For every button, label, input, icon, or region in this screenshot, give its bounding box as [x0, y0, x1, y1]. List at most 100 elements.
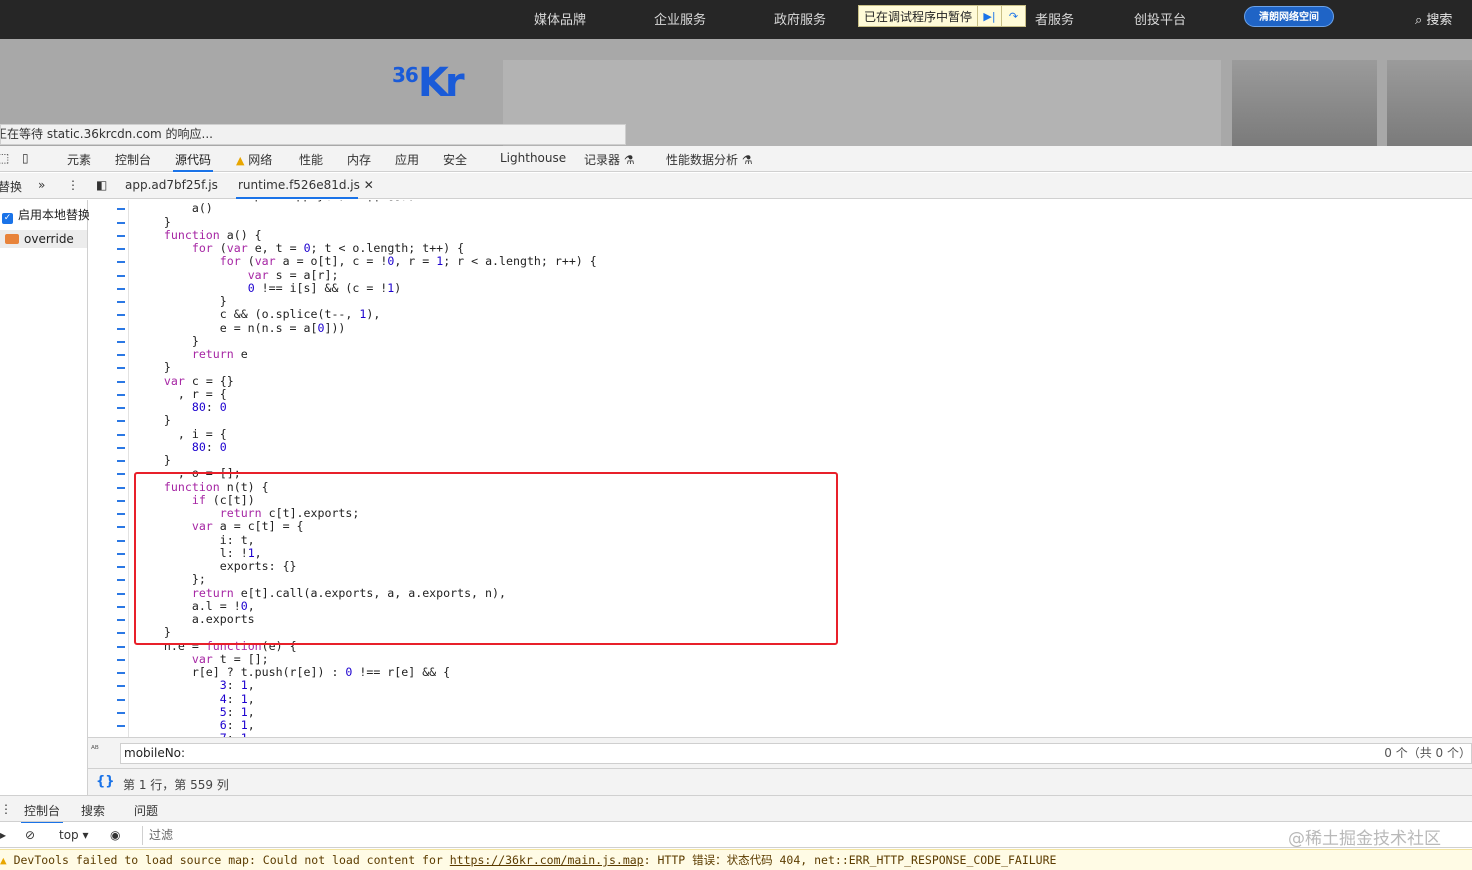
line-marker[interactable]	[117, 658, 125, 661]
thumbnail-placeholder	[1232, 60, 1377, 147]
flask-icon: ⚗	[741, 153, 753, 167]
line-marker[interactable]	[117, 248, 125, 250]
nav-item-platform[interactable]: 创投平台	[1134, 9, 1186, 28]
line-marker[interactable]	[117, 340, 125, 343]
inspect-icon[interactable]: ⬚	[0, 151, 9, 165]
line-marker[interactable]	[117, 605, 125, 608]
override-folder[interactable]: override	[0, 232, 74, 246]
line-marker[interactable]	[117, 314, 125, 317]
drawer-tab-search[interactable]: 搜索	[81, 802, 105, 819]
line-marker[interactable]	[117, 234, 125, 237]
context-selector-value: top	[59, 828, 79, 842]
line-marker[interactable]	[117, 393, 125, 396]
nav-item-investor[interactable]: 者服务	[1035, 9, 1074, 28]
line-marker[interactable]	[117, 566, 125, 568]
logo-letters: Kr	[417, 60, 465, 106]
line-marker[interactable]	[117, 579, 125, 582]
step-over-icon[interactable]: ↷	[1001, 6, 1025, 26]
line-marker[interactable]	[117, 208, 125, 211]
drawer-tab-issues[interactable]: 问题	[134, 802, 158, 819]
code-line: var c = {}	[163, 373, 234, 388]
line-marker[interactable]	[117, 513, 125, 515]
code-editor[interactable]: return o.push.apply(o, c || []), a() } f…	[89, 200, 1472, 737]
line-marker[interactable]	[117, 301, 125, 303]
line-marker[interactable]	[117, 486, 125, 489]
editor-status-bar: {} 第 1 行，第 559 列	[88, 768, 1472, 795]
more-tabs-chevron-icon[interactable]: »	[38, 178, 45, 192]
file-tab-app[interactable]: app.ad7bf25f.js	[125, 178, 218, 192]
tab-recorder[interactable]: 记录器 ⚗	[584, 151, 635, 168]
nav-search[interactable]: ⌕ 搜索	[1415, 9, 1452, 28]
nav-item-enterprise[interactable]: 企业服务	[654, 9, 706, 28]
tab-performance-insights[interactable]: 性能数据分析 ⚗	[666, 151, 753, 168]
source-map-link[interactable]: https://36kr.com/main.js.map	[450, 853, 644, 867]
line-marker[interactable]	[117, 685, 125, 688]
code-line: 80: 0	[191, 439, 227, 454]
line-marker[interactable]	[117, 698, 125, 701]
line-marker[interactable]	[117, 539, 125, 542]
code-line: , r = {	[136, 386, 227, 401]
line-marker[interactable]	[117, 380, 125, 383]
clean-network-badge[interactable]: 清朗网络空间	[1244, 6, 1334, 27]
enable-overrides-row[interactable]: ✓ 启用本地替换	[2, 206, 90, 224]
line-marker[interactable]	[117, 552, 125, 555]
nav-item-media[interactable]: 媒体品牌	[534, 9, 586, 28]
line-marker[interactable]	[117, 327, 125, 330]
tab-application[interactable]: 应用	[395, 151, 419, 168]
line-marker[interactable]	[117, 725, 125, 727]
pretty-print-icon[interactable]: {}	[96, 774, 115, 789]
line-marker[interactable]	[117, 446, 125, 449]
tab-console[interactable]: 控制台	[115, 151, 151, 168]
nav-item-government[interactable]: 政府服务	[774, 9, 826, 28]
logo-number: 36	[392, 63, 419, 87]
tab-security[interactable]: 安全	[443, 151, 467, 168]
checkbox-checked-icon[interactable]: ✓	[2, 213, 13, 224]
line-marker[interactable]	[117, 499, 125, 502]
line-marker[interactable]	[117, 526, 125, 529]
line-marker[interactable]	[117, 261, 125, 264]
line-marker[interactable]	[117, 367, 125, 370]
find-input-value: mobileNo:	[124, 746, 186, 760]
resume-icon[interactable]: ▶︎|	[977, 6, 1001, 26]
line-marker[interactable]	[117, 460, 125, 462]
tab-network[interactable]: ▲ 网络	[236, 151, 272, 168]
line-marker[interactable]	[117, 632, 125, 635]
line-marker[interactable]	[117, 407, 125, 409]
drawer-tab-console[interactable]: 控制台	[20, 802, 64, 824]
tab-performance[interactable]: 性能	[299, 151, 323, 168]
line-marker[interactable]	[117, 433, 125, 436]
line-marker[interactable]	[117, 619, 125, 621]
find-input[interactable]: mobileNo: 0 个（共 0 个）	[120, 743, 1472, 764]
toggle-navigator-icon[interactable]: ◧	[96, 178, 107, 192]
file-tab-runtime[interactable]: runtime.f526e81d.js ✕	[236, 178, 374, 199]
live-expression-eye-icon[interactable]: ◉	[110, 828, 120, 842]
line-marker[interactable]	[117, 354, 125, 356]
close-icon[interactable]: ✕	[364, 178, 374, 192]
line-marker[interactable]	[117, 420, 125, 423]
tab-elements[interactable]: 元素	[67, 151, 91, 168]
device-toggle-icon[interactable]: ▯	[22, 151, 29, 165]
override-folder-row[interactable]: override	[0, 230, 87, 248]
line-marker[interactable]	[117, 221, 125, 224]
site-logo[interactable]: 36Kr	[392, 60, 465, 106]
sidebar-tab-overrides[interactable]: 替换	[0, 178, 22, 195]
sidebar-toggle-icon[interactable]: ▸	[0, 828, 6, 842]
line-marker[interactable]	[117, 672, 125, 674]
drawer-menu-icon[interactable]: ⋮	[0, 802, 12, 816]
console-filter-input[interactable]: 过滤	[142, 826, 1472, 845]
line-marker[interactable]	[117, 645, 125, 648]
tab-memory[interactable]: 内存	[347, 151, 371, 168]
match-case-icon[interactable]: ᴬᴮ	[91, 745, 99, 755]
context-selector[interactable]: top ▾	[59, 828, 89, 842]
console-warning-row: ▲ DevTools failed to load source map: Co…	[0, 849, 1472, 870]
line-marker[interactable]	[117, 711, 125, 714]
code-line: }	[136, 360, 171, 375]
tab-sources[interactable]: 源代码	[172, 151, 214, 172]
kebab-menu-icon[interactable]: ⋮	[67, 178, 79, 192]
tab-lighthouse[interactable]: Lighthouse	[500, 151, 566, 165]
clear-console-icon[interactable]: ⊘	[25, 828, 35, 842]
line-marker[interactable]	[117, 473, 125, 476]
line-marker[interactable]	[117, 592, 125, 595]
line-marker[interactable]	[117, 274, 125, 277]
line-marker[interactable]	[117, 287, 125, 290]
